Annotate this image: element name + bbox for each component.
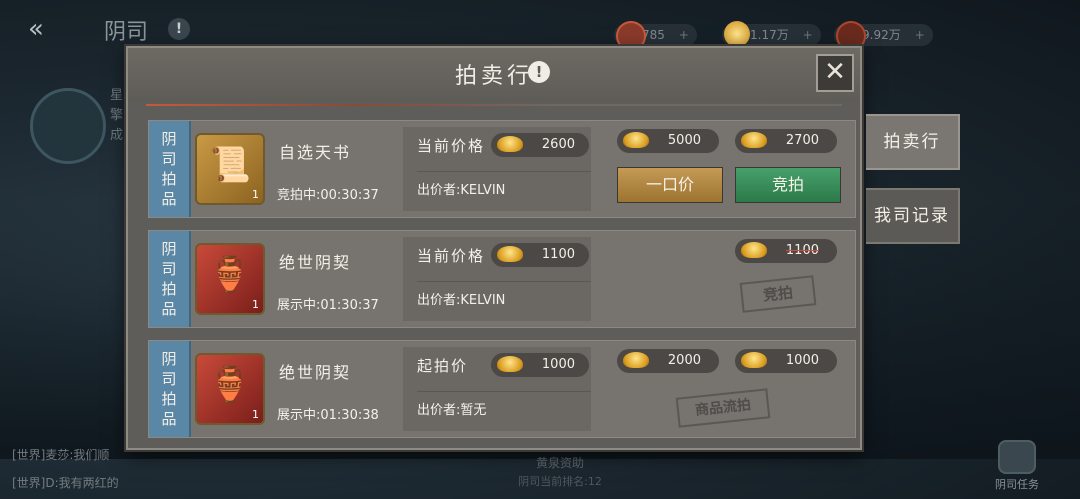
item-status-time: 展示中:01:30:38 [277,408,379,423]
close-button[interactable]: ✕ [816,54,854,92]
gourd-icon: 🏺 [208,365,252,405]
gold-ingot-icon [623,352,649,368]
tab-auction[interactable]: 拍卖行 [866,114,960,170]
auction-panel: 拍卖行 ! ✕ 阴 司 拍 品 📜 1 自选天书 竞拍中:00:30:37 当前… [126,46,862,450]
category-tag: 阴 司 拍 品 [149,121,191,217]
gold-ingot-icon [741,352,767,368]
task-icon [998,440,1036,474]
item-name: 绝世阴契 [279,363,352,382]
next-bid-price: 1100 [735,239,837,263]
buyout-price: 2000 [617,349,719,373]
resource-label[interactable]: 黄泉资助 [500,454,620,471]
bidder-label: 出价者:暂无 [417,403,487,418]
current-price: 2600 [491,133,589,157]
guild-emblem-icon[interactable] [30,88,106,164]
item-status-time: 竞拍中:00:30:37 [277,188,379,203]
gold-ingot-icon [497,246,523,262]
divider [417,391,591,392]
item-count: 1 [252,188,259,201]
add-jade-button[interactable]: + [915,28,925,42]
gold-ingot-icon [497,136,523,152]
tab-my-records[interactable]: 我司记录 [866,188,960,244]
rank-label: 阴司当前排名:12 [518,475,602,488]
add-gold-button[interactable]: + [803,28,813,42]
page-title: 阴司 [104,20,149,45]
item-count: 1 [252,298,259,311]
gourd-icon: 🏺 [208,255,252,295]
panel-header: 拍卖行 ! ✕ [128,48,860,102]
bid-stamp: 竞拍 [739,275,817,313]
currency-jade: 9.92万 + [834,21,933,51]
item-icon[interactable]: 📜 1 [195,133,265,205]
divider [417,281,591,282]
item-status-time: 展示中:01:30:37 [277,298,379,313]
close-icon: ✕ [824,57,846,87]
bid-button[interactable]: 竞拍 [735,167,841,203]
bidder-label: 出价者:KELVIN [417,183,506,198]
scroll-icon: 📜 [208,145,252,185]
gold-ingot-icon [741,132,767,148]
gold-ingot-icon [741,242,767,258]
price-block: 当前价格 1100 出价者:KELVIN [403,237,591,321]
currency-spirit: 785 + [614,21,697,51]
gold-ingot-icon [623,132,649,148]
price-label: 当前价格 [417,247,486,265]
gold-ingot-icon [497,356,523,372]
back-arrow-icon: « [28,14,44,44]
chat-line[interactable]: [世界]D:我有两红的 [12,474,119,491]
auction-item-card: 阴 司 拍 品 📜 1 自选天书 竞拍中:00:30:37 当前价格 2600 … [148,120,856,218]
item-icon[interactable]: 🏺 1 [195,353,265,425]
bidder-label: 出价者:KELVIN [417,293,506,308]
price-label: 起拍价 [417,357,469,375]
unsold-stamp: 商品流拍 [675,388,771,428]
category-tag: 阴 司 拍 品 [149,341,191,437]
auction-item-card: 阴 司 拍 品 🏺 1 绝世阴契 展示中:01:30:38 起拍价 1000 出… [148,340,856,438]
info-icon[interactable]: ! [528,61,550,83]
buyout-button[interactable]: 一口价 [617,167,723,203]
price-block: 当前价格 2600 出价者:KELVIN [403,127,591,211]
category-tag: 阴 司 拍 品 [149,231,191,327]
price-label: 当前价格 [417,137,486,155]
item-name: 自选天书 [279,143,352,162]
gold-ingot-icon [724,21,750,47]
current-price: 1100 [491,243,589,267]
info-icon[interactable]: ! [168,18,190,40]
item-icon[interactable]: 🏺 1 [195,243,265,315]
item-count: 1 [252,408,259,421]
header-divider [146,104,842,106]
price-block: 起拍价 1000 出价者:暂无 [403,347,591,431]
next-bid-price: 2700 [735,129,837,153]
item-name: 绝世阴契 [279,253,352,272]
buyout-price: 5000 [617,129,719,153]
add-spirit-button[interactable]: + [679,28,689,42]
auction-item-card: 阴 司 拍 品 🏺 1 绝世阴契 展示中:01:30:37 当前价格 1100 … [148,230,856,328]
starting-price: 1000 [491,353,589,377]
chat-line[interactable]: [世界]麦莎:我们顺 [12,446,109,463]
next-bid-price: 1000 [735,349,837,373]
panel-title: 拍卖行 [454,64,533,89]
back-button[interactable]: « [28,14,74,44]
task-button[interactable]: 阴司任务 [992,440,1042,492]
currency-gold: 1.17万 + [722,21,821,47]
divider [417,171,591,172]
